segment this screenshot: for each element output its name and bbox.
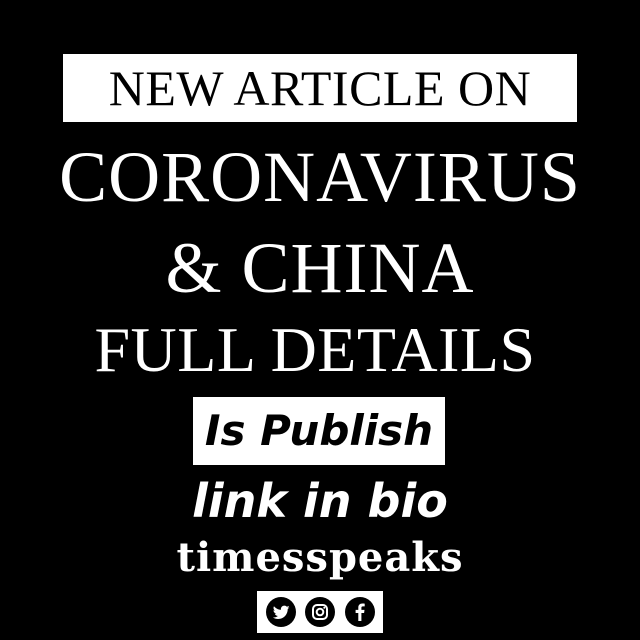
post-canvas: NEW ARTICLE ON CORONAVIRUS & CHINA FULL … <box>0 0 640 640</box>
facebook-icon <box>344 597 375 627</box>
title-line-china: & CHINA <box>165 228 475 308</box>
social-icons-box <box>257 591 383 633</box>
headline-text: NEW ARTICLE ON <box>108 60 532 116</box>
title-line-coronavirus: CORONAVIRUS <box>59 137 581 217</box>
title-line-full-details: FULL DETAILS <box>94 314 536 385</box>
publish-text: Is Publish <box>204 406 434 455</box>
instagram-icon <box>305 597 335 627</box>
link-in-bio-text: link in bio <box>192 474 448 528</box>
twitter-icon <box>265 597 296 627</box>
headline-box: NEW ARTICLE ON <box>63 54 577 122</box>
brand-name: timesspeaks <box>176 534 464 581</box>
publish-box: Is Publish <box>193 397 445 465</box>
